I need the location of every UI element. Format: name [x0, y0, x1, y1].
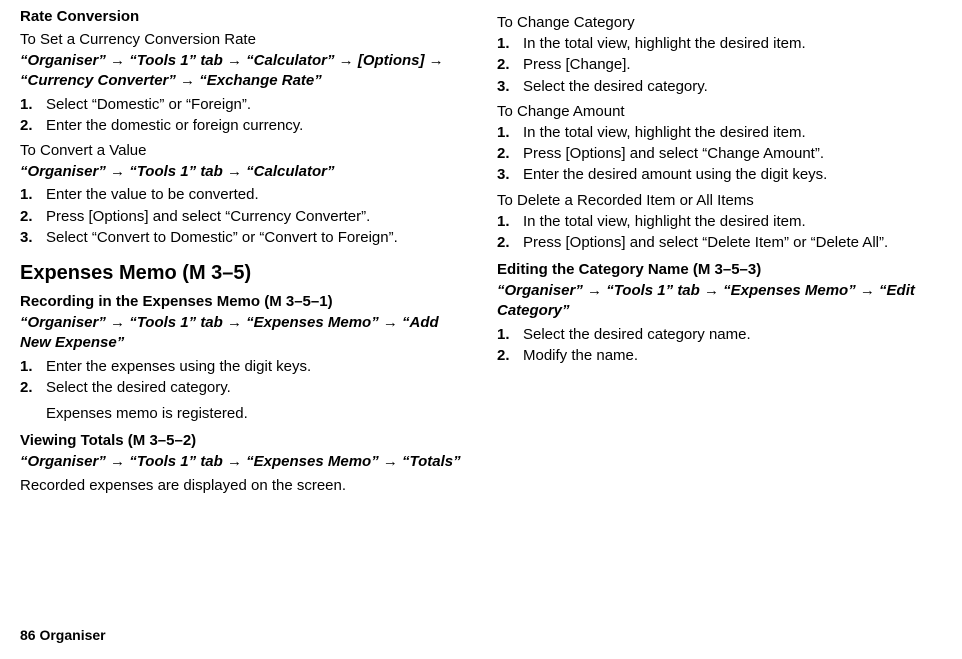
step-text: In the total view, highlight the desired…	[523, 123, 806, 143]
list-item: 2.Modify the name.	[497, 346, 942, 366]
step-number: 2.	[497, 346, 523, 366]
rate-conversion-title: Rate Conversion	[20, 8, 465, 25]
edit-category-path: “Organiser” → “Tools 1” tab → “Expenses …	[497, 281, 942, 322]
step-number: 1.	[497, 34, 523, 54]
right-column: To Change Category 1.In the total view, …	[497, 8, 942, 496]
list-item: 2.Enter the domestic or foreign currency…	[20, 116, 465, 136]
step-number: 1.	[20, 95, 46, 115]
set-rate-heading: To Set a Currency Conversion Rate	[20, 31, 465, 48]
step-text: Enter the domestic or foreign currency.	[46, 116, 303, 136]
step-text: In the total view, highlight the desired…	[523, 212, 806, 232]
list-item: 1.In the total view, highlight the desir…	[497, 34, 942, 54]
recording-heading: Recording in the Expenses Memo (M 3–5–1)	[20, 293, 465, 310]
convert-value-steps: 1.Enter the value to be converted. 2.Pre…	[20, 185, 465, 248]
step-text: Press [Options] and select “Currency Con…	[46, 207, 370, 227]
step-text: Enter the expenses using the digit keys.	[46, 357, 311, 377]
list-item: 3.Select “Convert to Domestic” or “Conve…	[20, 228, 465, 248]
step-number: 2.	[20, 207, 46, 227]
viewing-totals-heading: Viewing Totals (M 3–5–2)	[20, 432, 465, 449]
step-text: Press [Options] and select “Change Amoun…	[523, 144, 824, 164]
list-item: 1.Enter the value to be converted.	[20, 185, 465, 205]
delete-item-heading: To Delete a Recorded Item or All Items	[497, 192, 942, 209]
step-number: 3.	[20, 228, 46, 248]
list-item: 2.Press [Change].	[497, 55, 942, 75]
step-text: Enter the value to be converted.	[46, 185, 259, 205]
step-text: Press [Options] and select “Delete Item”…	[523, 233, 888, 253]
step-number: 1.	[497, 212, 523, 232]
list-item: 1.Enter the expenses using the digit key…	[20, 357, 465, 377]
recording-path: “Organiser” → “Tools 1” tab → “Expenses …	[20, 313, 465, 354]
list-item: 3.Enter the desired amount using the dig…	[497, 165, 942, 185]
step-text: Select the desired category.	[523, 77, 708, 97]
page-footer: 86 Organiser	[20, 627, 106, 643]
list-item: 1.Select “Domestic” or “Foreign”.	[20, 95, 465, 115]
recording-steps: 1.Enter the expenses using the digit key…	[20, 357, 465, 399]
list-item: 2.Press [Options] and select “Currency C…	[20, 207, 465, 227]
step-number: 2.	[497, 233, 523, 253]
list-item: 1.In the total view, highlight the desir…	[497, 212, 942, 232]
edit-category-heading: Editing the Category Name (M 3–5–3)	[497, 261, 942, 278]
step-text: Select the desired category.	[46, 378, 231, 398]
expenses-memo-title: Expenses Memo (M 3–5)	[20, 262, 465, 285]
step-text: Enter the desired amount using the digit…	[523, 165, 827, 185]
set-rate-path: “Organiser” → “Tools 1” tab → “Calculato…	[20, 51, 465, 92]
change-category-heading: To Change Category	[497, 14, 942, 31]
change-category-steps: 1.In the total view, highlight the desir…	[497, 34, 942, 97]
list-item: 1.In the total view, highlight the desir…	[497, 123, 942, 143]
step-number: 2.	[20, 378, 46, 398]
step-text: In the total view, highlight the desired…	[523, 34, 806, 54]
list-item: 1.Select the desired category name.	[497, 325, 942, 345]
viewing-totals-text: Recorded expenses are displayed on the s…	[20, 476, 465, 496]
edit-category-steps: 1.Select the desired category name. 2.Mo…	[497, 325, 942, 367]
step-number: 1.	[20, 185, 46, 205]
step-text: Select “Convert to Domestic” or “Convert…	[46, 228, 398, 248]
recording-note: Expenses memo is registered.	[46, 404, 465, 424]
delete-item-steps: 1.In the total view, highlight the desir…	[497, 212, 942, 254]
left-column: Rate Conversion To Set a Currency Conver…	[20, 8, 465, 496]
step-text: Select the desired category name.	[523, 325, 751, 345]
set-rate-steps: 1.Select “Domestic” or “Foreign”. 2.Ente…	[20, 95, 465, 137]
list-item: 2.Press [Options] and select “Delete Ite…	[497, 233, 942, 253]
step-number: 2.	[20, 116, 46, 136]
convert-value-heading: To Convert a Value	[20, 142, 465, 159]
step-number: 1.	[497, 325, 523, 345]
list-item: 3.Select the desired category.	[497, 77, 942, 97]
list-item: 2.Press [Options] and select “Change Amo…	[497, 144, 942, 164]
step-number: 1.	[497, 123, 523, 143]
list-item: 2.Select the desired category.	[20, 378, 465, 398]
viewing-totals-path: “Organiser” → “Tools 1” tab → “Expenses …	[20, 452, 465, 472]
step-text: Press [Change].	[523, 55, 631, 75]
step-text: Modify the name.	[523, 346, 638, 366]
change-amount-steps: 1.In the total view, highlight the desir…	[497, 123, 942, 186]
step-text: Select “Domestic” or “Foreign”.	[46, 95, 251, 115]
convert-value-path: “Organiser” → “Tools 1” tab → “Calculato…	[20, 162, 465, 182]
step-number: 2.	[497, 144, 523, 164]
step-number: 1.	[20, 357, 46, 377]
change-amount-heading: To Change Amount	[497, 103, 942, 120]
step-number: 3.	[497, 77, 523, 97]
step-number: 3.	[497, 165, 523, 185]
step-number: 2.	[497, 55, 523, 75]
